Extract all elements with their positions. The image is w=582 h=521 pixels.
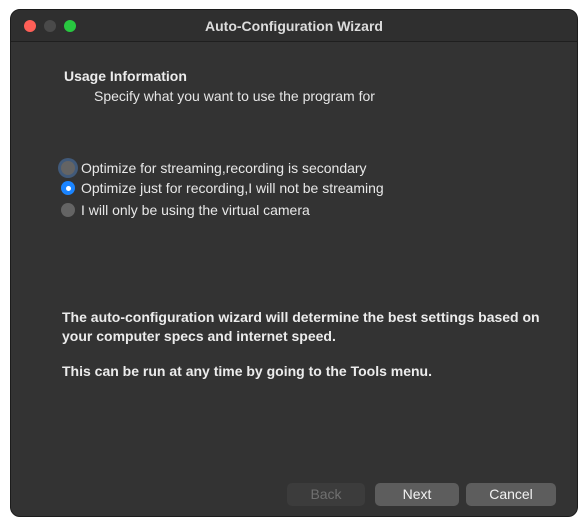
option-virtual-camera-label: I will only be using the virtual camera xyxy=(81,202,310,218)
radio-recording[interactable] xyxy=(61,181,75,195)
radio-streaming[interactable] xyxy=(61,161,75,175)
option-virtual-camera[interactable]: I will only be using the virtual camera xyxy=(61,201,310,219)
radio-virtual-camera[interactable] xyxy=(61,203,75,217)
info-text: The auto-configuration wizard will deter… xyxy=(62,309,540,344)
option-recording[interactable]: Optimize just for recording,I will not b… xyxy=(61,179,384,197)
cancel-button[interactable]: Cancel xyxy=(466,483,556,506)
next-button[interactable]: Next xyxy=(375,483,459,506)
wizard-window: Auto-Configuration Wizard Usage Informat… xyxy=(10,9,578,517)
option-streaming-label: Optimize for streaming,recording is seco… xyxy=(81,160,367,176)
usage-heading: Usage Information xyxy=(64,68,187,84)
window-title: Auto-Configuration Wizard xyxy=(205,18,383,34)
tools-menu-note: This can be run at any time by going to … xyxy=(62,363,432,379)
option-recording-label: Optimize just for recording,I will not b… xyxy=(81,180,384,196)
usage-subheading: Specify what you want to use the program… xyxy=(94,88,375,104)
title-bar[interactable]: Auto-Configuration Wizard xyxy=(11,10,577,42)
back-button[interactable]: Back xyxy=(287,483,365,506)
option-streaming[interactable]: Optimize for streaming,recording is seco… xyxy=(61,159,367,177)
